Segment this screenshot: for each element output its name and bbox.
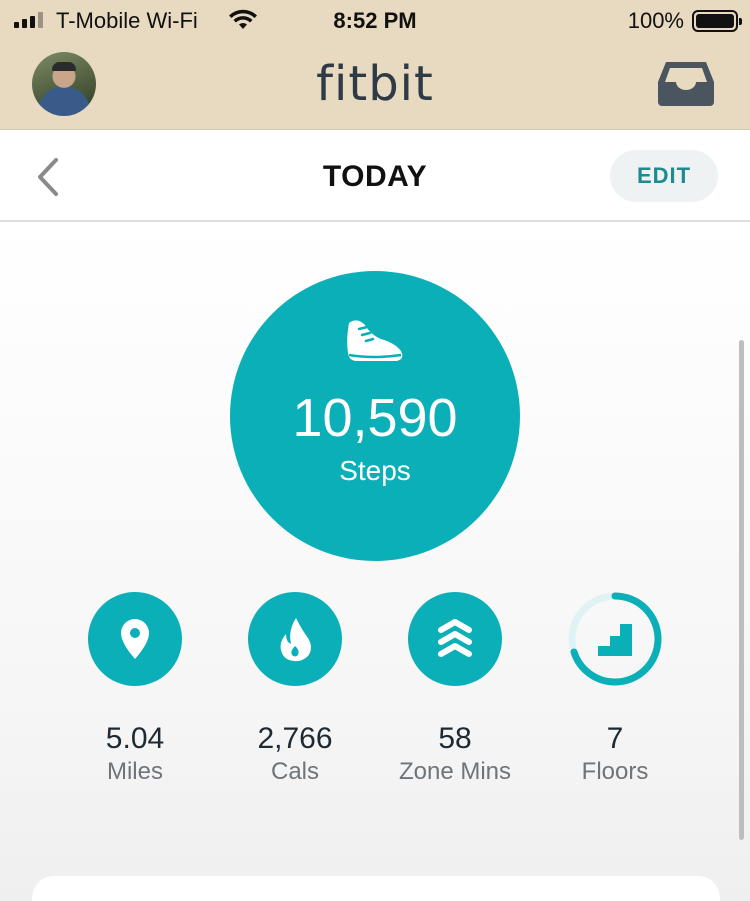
stairs-icon bbox=[598, 624, 632, 656]
location-pin-icon bbox=[88, 592, 182, 686]
scrollbar[interactable] bbox=[739, 340, 744, 840]
nav-bar: TODAY EDIT bbox=[0, 130, 750, 222]
stat-label: Cals bbox=[270, 758, 319, 785]
stat-label: Miles bbox=[106, 758, 163, 785]
stat-value: 58 bbox=[438, 722, 472, 755]
app-header: fitbit bbox=[0, 42, 750, 130]
steps-label: Steps bbox=[339, 455, 411, 486]
battery-percentage: 100% bbox=[627, 8, 684, 33]
stat-value: 5.04 bbox=[105, 722, 165, 755]
stat-value: 2,766 bbox=[257, 722, 333, 755]
shoe-icon bbox=[343, 315, 407, 372]
fitbit-logo: fitbit bbox=[316, 56, 434, 112]
stat-label: Zone Mins bbox=[398, 758, 512, 785]
chevrons-up-icon bbox=[408, 592, 502, 686]
next-card[interactable] bbox=[32, 876, 720, 901]
stat-value: 7 bbox=[606, 722, 624, 755]
stat-label: Floors bbox=[581, 758, 649, 785]
floors-progress-ring bbox=[568, 592, 662, 686]
steps-value: 10,590 bbox=[292, 388, 458, 448]
inbox-icon[interactable] bbox=[656, 60, 716, 113]
edit-button[interactable]: EDIT bbox=[610, 150, 718, 202]
steps-tile[interactable]: 10,590 Steps bbox=[230, 271, 520, 561]
flame-icon bbox=[248, 592, 342, 686]
battery-icon bbox=[692, 10, 742, 32]
dashboard-content: 10,590 Steps 5.04 Miles 2,766 Cals 58 Zo… bbox=[0, 222, 750, 901]
status-bar: T-Mobile Wi-Fi 8:52 PM 100% bbox=[0, 0, 750, 42]
